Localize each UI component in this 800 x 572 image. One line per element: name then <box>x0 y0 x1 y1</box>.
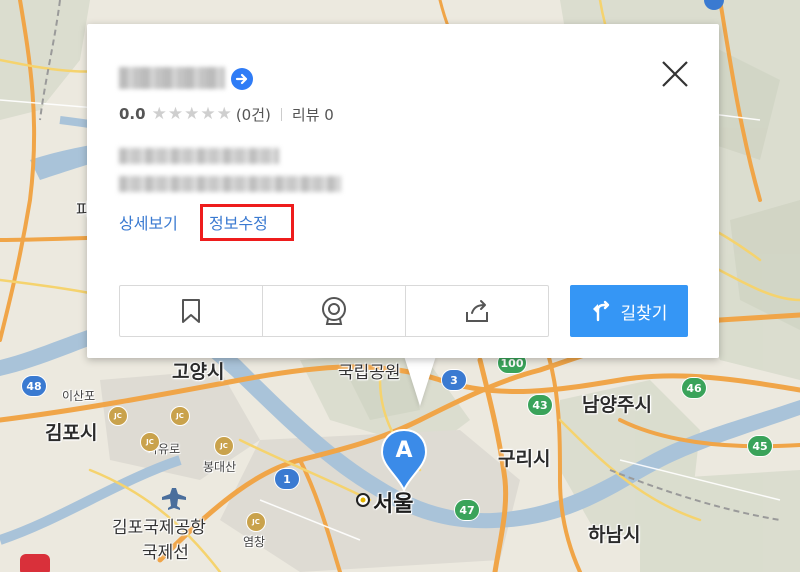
address-detail-blurred <box>119 176 341 192</box>
map-label-guri: 구리시 <box>498 448 551 470</box>
map-label-hanam: 하남시 <box>588 524 641 546</box>
place-name-blurred <box>119 67 225 89</box>
junction-marker: JC <box>170 406 190 426</box>
share-button[interactable] <box>405 286 548 336</box>
review-count[interactable]: 리뷰 0 <box>292 104 334 125</box>
rating-count: (0건) <box>235 105 271 124</box>
road-shield-43: 43 <box>527 394 553 416</box>
address-blurred <box>119 148 279 164</box>
route-label: 길찾기 <box>620 303 668 324</box>
road-shield-1: 1 <box>274 468 300 490</box>
roadview-button[interactable] <box>262 286 405 336</box>
junction-marker: JC <box>140 432 160 452</box>
location-marker-a[interactable]: A <box>380 428 428 496</box>
map-label-airport-line: 국제선 <box>142 543 189 563</box>
bookmark-icon <box>182 299 200 323</box>
road-shield-46: 46 <box>681 377 707 399</box>
divider <box>280 107 282 121</box>
junction-marker: JC <box>246 512 266 532</box>
junction-marker: JC <box>214 436 234 456</box>
map-label-namyangju: 남양주시 <box>582 394 652 416</box>
road-shield-3: 3 <box>441 369 467 391</box>
road-shield-47: 47 <box>454 499 480 521</box>
junction-marker: JC <box>108 406 128 426</box>
rating-row: 0.0 ★ ★ ★ ★ ★ (0건) 리뷰 0 <box>119 104 334 124</box>
close-button[interactable] <box>659 58 691 90</box>
map-label-national-park: 국립공원 <box>338 363 401 383</box>
map-label-airport: 김포국제공항 <box>112 518 206 538</box>
road-shield-48: 48 <box>21 375 47 397</box>
map-label-isanpo: 이산포 <box>62 389 96 403</box>
star-icon: ★ <box>167 104 184 124</box>
directions-icon <box>592 300 609 322</box>
popup-tail <box>404 356 436 406</box>
route-button[interactable]: 길찾기 <box>570 285 688 337</box>
map-label-gimpo: 김포시 <box>45 422 98 444</box>
arrow-right-icon[interactable] <box>231 68 253 90</box>
rating-score: 0.0 <box>119 105 146 123</box>
map-label-goyang: 고양시 <box>172 361 225 383</box>
star-icon: ★ <box>200 104 216 124</box>
star-icon: ★ <box>151 104 167 124</box>
roadview-icon <box>322 297 346 325</box>
close-icon <box>662 61 688 87</box>
marker-label: A <box>395 438 413 463</box>
share-icon <box>466 300 488 322</box>
bookmark-button[interactable] <box>120 286 262 336</box>
star-icon: ★ <box>184 104 200 124</box>
detail-link[interactable]: 상세보기 <box>119 210 178 234</box>
place-info-popup: 0.0 ★ ★ ★ ★ ★ (0건) 리뷰 0 상세보기 정보수정 길찾기 <box>87 24 719 358</box>
map-label-bongdaesan: 봉대산 <box>203 460 237 474</box>
star-icon: ★ <box>216 104 232 124</box>
action-button-group <box>119 285 549 337</box>
map-label-yeomchang: 염창 <box>243 535 266 549</box>
highlight-box <box>200 204 294 241</box>
road-shield-45: 45 <box>747 435 773 457</box>
